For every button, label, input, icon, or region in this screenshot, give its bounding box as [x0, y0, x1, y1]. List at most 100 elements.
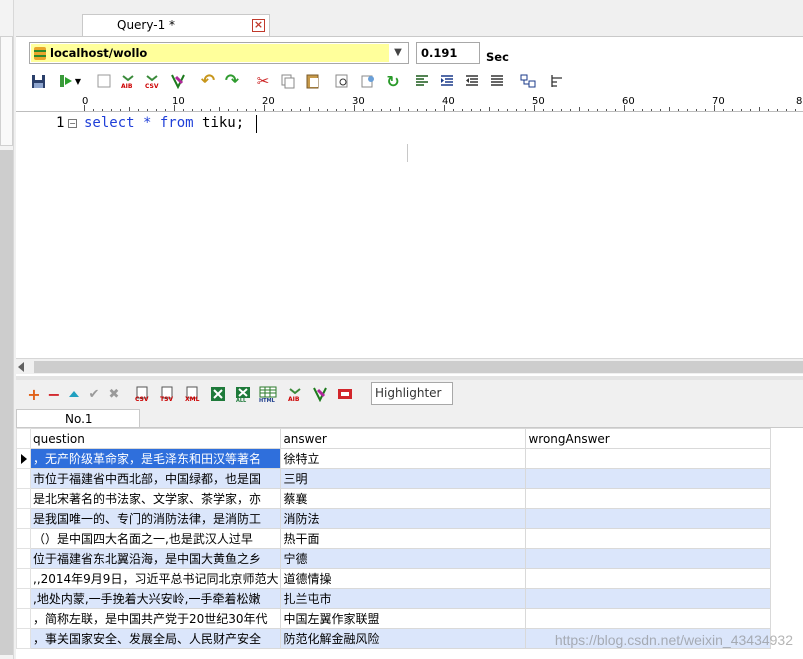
row-header[interactable] — [16, 548, 31, 569]
query-wizard-icon[interactable] — [169, 72, 187, 90]
cell-answer[interactable]: 宁德 — [280, 548, 527, 569]
paste-icon[interactable] — [304, 72, 322, 90]
delete-row-icon[interactable]: − — [45, 385, 63, 404]
cell-question[interactable]: （）是中国四大名面之一,也是武汉人过早 — [29, 528, 282, 549]
export-csv-icon[interactable]: CSV — [143, 72, 161, 90]
row-header[interactable] — [16, 568, 31, 589]
editor-horizontal-scrollbar[interactable] — [16, 358, 803, 374]
goto-icon[interactable]: ↻ — [384, 72, 402, 91]
ruler-tick — [165, 109, 166, 111]
table-row[interactable]: ，简称左联，是中国共产党于20世纪30年代 中国左翼作家联盟 — [16, 608, 772, 629]
cell-question[interactable]: ，无产阶级革命家，是毛泽东和田汉等著名 — [29, 448, 282, 469]
table-row[interactable]: 是我国唯一的、专门的消防法律，是消防工 消防法 — [16, 508, 772, 529]
move-up-icon[interactable] — [65, 385, 83, 403]
cell-answer[interactable]: 蔡襄 — [280, 488, 527, 509]
row-header[interactable] — [16, 528, 31, 549]
cell-question[interactable]: ,,2014年9月9日，习近平总书记同北京师范大 — [29, 568, 282, 589]
cell-wronganswer[interactable] — [525, 528, 772, 549]
cell-answer[interactable]: 扎兰屯市 — [280, 588, 527, 609]
highlighter-input[interactable]: Highlighter — [371, 382, 453, 405]
redo-icon[interactable]: ↷ — [223, 71, 241, 91]
export-aib-icon[interactable]: AIB — [119, 72, 137, 90]
cell-question[interactable]: ，事关国家安全、发展全局、人民财产安全 — [29, 628, 282, 649]
row-header[interactable] — [16, 628, 31, 649]
row-header[interactable] — [16, 468, 31, 489]
cell-wronganswer[interactable] — [525, 568, 772, 589]
code-line-1[interactable]: 1 − select * from tiku; — [16, 115, 803, 133]
outdent-icon[interactable] — [463, 72, 481, 90]
cell-answer[interactable]: 道德情操 — [280, 568, 527, 589]
cell-question[interactable]: ,地处内蒙,一手挽着大兴安岭,一手牵着松嫩 — [29, 588, 282, 609]
row-header[interactable] — [16, 488, 31, 509]
export-excel-all-icon[interactable]: ALL — [234, 385, 252, 403]
table-row[interactable]: 位于福建省东北翼沿海，是中国大黄鱼之乡 宁德 — [16, 548, 772, 569]
export-xml-icon[interactable]: XML — [184, 385, 202, 403]
export-excel-icon[interactable] — [209, 385, 227, 403]
cancel-icon[interactable]: ✖ — [105, 385, 123, 403]
table-row[interactable]: ,,2014年9月9日，习近平总书记同北京师范大 道德情操 — [16, 568, 772, 589]
undo-icon[interactable]: ↶ — [199, 71, 217, 91]
save-icon[interactable] — [29, 72, 47, 90]
cell-answer[interactable]: 消防法 — [280, 508, 527, 529]
fold-toggle-icon[interactable]: − — [68, 119, 77, 128]
export-csv-icon[interactable]: CSV — [134, 385, 152, 403]
table-row[interactable]: 市位于福建省中西北部，中国绿都，也是国 三明 — [16, 468, 772, 489]
message-icon[interactable] — [336, 385, 354, 403]
cell-wronganswer[interactable] — [525, 488, 772, 509]
cell-question[interactable]: ，简称左联，是中国共产党于20世纪30年代 — [29, 608, 282, 629]
format-icon[interactable] — [519, 72, 537, 90]
table-row[interactable]: 是北宋著名的书法家、文学家、茶学家，亦 蔡襄 — [16, 488, 772, 509]
cell-answer[interactable]: 中国左翼作家联盟 — [280, 608, 527, 629]
row-header[interactable] — [16, 588, 31, 609]
export-tsv-icon[interactable]: TSV — [159, 385, 177, 403]
export-html-icon[interactable]: HTML — [259, 385, 277, 403]
row-header[interactable] — [16, 608, 31, 629]
row-header[interactable] — [16, 448, 31, 469]
copy-icon[interactable] — [279, 72, 297, 90]
dropdown-arrow-icon[interactable]: ▼ — [73, 72, 83, 90]
cell-question[interactable]: 是我国唯一的、专门的消防法律，是消防工 — [29, 508, 282, 529]
indent-icon[interactable] — [438, 72, 456, 90]
schema-icon[interactable] — [548, 72, 566, 90]
watermark: https://blog.csdn.net/weixin_43434932 — [554, 632, 793, 648]
connection-select[interactable]: localhost/wollo ▼ — [29, 42, 409, 64]
cell-answer[interactable]: 防范化解金融风险 — [280, 628, 527, 649]
ruler-tick — [498, 109, 499, 111]
column-header-question[interactable]: question — [29, 428, 282, 449]
tab-query-1[interactable]: Query-1 * × — [82, 14, 270, 36]
comment-icon[interactable] — [488, 72, 506, 90]
cell-answer[interactable]: 热干面 — [280, 528, 527, 549]
chevron-down-icon[interactable]: ▼ — [390, 44, 406, 62]
cell-question[interactable]: 位于福建省东北翼沿海，是中国大黄鱼之乡 — [29, 548, 282, 569]
query-wizard-icon[interactable] — [311, 385, 329, 403]
scroll-left-icon[interactable] — [18, 362, 24, 372]
cell-wronganswer[interactable] — [525, 608, 772, 629]
close-icon[interactable]: × — [252, 19, 265, 32]
cell-wronganswer[interactable] — [525, 468, 772, 489]
table-row[interactable]: ，无产阶级革命家，是毛泽东和田汉等著名 徐特立 — [16, 448, 772, 469]
table-row[interactable]: （）是中国四大名面之一,也是武汉人过早 热干面 — [16, 528, 772, 549]
cell-answer[interactable]: 徐特立 — [280, 448, 527, 469]
add-row-icon[interactable]: + — [25, 385, 43, 404]
cell-question[interactable]: 市位于福建省中西北部，中国绿都，也是国 — [29, 468, 282, 489]
apply-icon[interactable]: ✔ — [85, 385, 103, 403]
cell-question[interactable]: 是北宋著名的书法家、文学家、茶学家，亦 — [29, 488, 282, 509]
export-aib-icon[interactable]: AIB — [286, 385, 304, 403]
row-header[interactable] — [16, 508, 31, 529]
cell-wronganswer[interactable] — [525, 588, 772, 609]
column-header-wronganswer[interactable]: wrongAnswer — [525, 428, 772, 449]
sql-code[interactable]: select * from tiku; — [84, 115, 244, 131]
cell-answer[interactable]: 三明 — [280, 468, 527, 489]
cell-wronganswer[interactable] — [525, 448, 772, 469]
cut-icon[interactable]: ✂ — [254, 72, 272, 90]
replace-icon[interactable] — [359, 72, 377, 90]
table-row[interactable]: ,地处内蒙,一手挽着大兴安岭,一手牵着松嫩 扎兰屯市 — [16, 588, 772, 609]
column-header-answer[interactable]: answer — [280, 428, 527, 449]
find-icon[interactable] — [333, 72, 351, 90]
left-scrollbar-thumb[interactable] — [0, 150, 13, 655]
tab-result-no1[interactable]: No.1 — [16, 409, 140, 428]
align-left-icon[interactable] — [413, 72, 431, 90]
cell-wronganswer[interactable] — [525, 508, 772, 529]
cell-wronganswer[interactable] — [525, 548, 772, 569]
scrollbar-thumb[interactable] — [34, 361, 803, 373]
